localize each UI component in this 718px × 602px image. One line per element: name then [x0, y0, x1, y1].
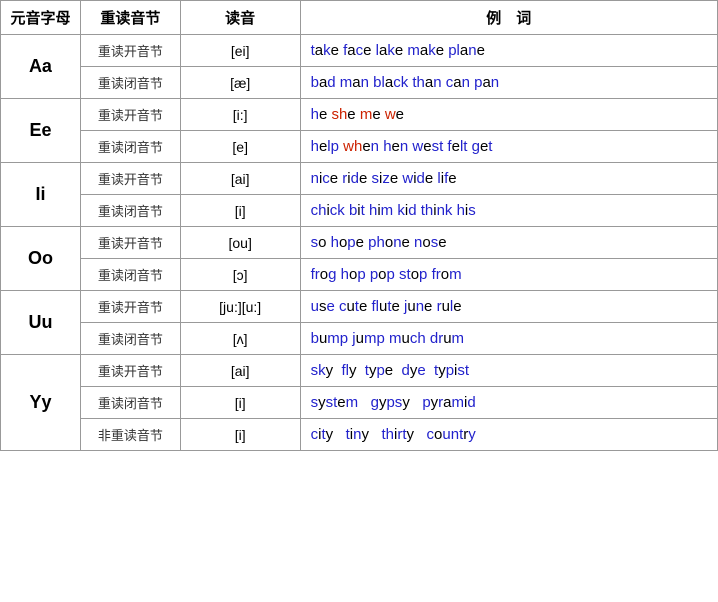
table-row: 重读闭音节[æ]bad man black than can pan [1, 67, 718, 99]
pronunciation-cell: [ɔ] [180, 259, 300, 291]
syllable-cell: 重读闭音节 [80, 195, 180, 227]
phonics-table: 元音字母 重读音节 读音 例 词 Aa重读开音节[ei]take face la… [0, 0, 718, 451]
syllable-cell: 重读闭音节 [80, 387, 180, 419]
syllable-cell: 重读闭音节 [80, 259, 180, 291]
syllable-cell: 重读开音节 [80, 355, 180, 387]
syllable-cell: 重读开音节 [80, 163, 180, 195]
example-cell: bad man black than can pan [300, 67, 717, 99]
syllable-cell: 非重读音节 [80, 419, 180, 451]
table-row: 非重读音节[i]city tiny thirty country [1, 419, 718, 451]
pronunciation-cell: [i:] [180, 99, 300, 131]
syllable-cell: 重读闭音节 [80, 131, 180, 163]
header-letter: 元音字母 [1, 1, 81, 35]
pronunciation-cell: [ai] [180, 163, 300, 195]
pronunciation-cell: [i] [180, 387, 300, 419]
header-examples: 例 词 [300, 1, 717, 35]
letter-cell: Aa [1, 35, 81, 99]
example-cell: so hope phone nose [300, 227, 717, 259]
pronunciation-cell: [i] [180, 419, 300, 451]
header-pronunciation: 读音 [180, 1, 300, 35]
table-row: 重读闭音节[e]help when hen west felt get [1, 131, 718, 163]
table-row: Ii重读开音节[ai]nice ride size wide life [1, 163, 718, 195]
table-row: 重读闭音节[i]system gypsy pyramid [1, 387, 718, 419]
header-syllable: 重读音节 [80, 1, 180, 35]
example-cell: chick bit him kid think his [300, 195, 717, 227]
pronunciation-cell: [æ] [180, 67, 300, 99]
letter-cell: Uu [1, 291, 81, 355]
pronunciation-cell: [ai] [180, 355, 300, 387]
table-row: Uu重读开音节[ju:][u:]use cute flute june rule [1, 291, 718, 323]
letter-cell: Yy [1, 355, 81, 451]
table-row: 重读闭音节[ɔ]frog hop pop stop from [1, 259, 718, 291]
table-row: 重读闭音节[ʌ]bump jump much drum [1, 323, 718, 355]
example-cell: bump jump much drum [300, 323, 717, 355]
syllable-cell: 重读开音节 [80, 291, 180, 323]
letter-cell: Ee [1, 99, 81, 163]
example-cell: use cute flute june rule [300, 291, 717, 323]
example-cell: nice ride size wide life [300, 163, 717, 195]
pronunciation-cell: [e] [180, 131, 300, 163]
syllable-cell: 重读闭音节 [80, 323, 180, 355]
pronunciation-cell: [i] [180, 195, 300, 227]
letter-cell: Ii [1, 163, 81, 227]
example-cell: he she me we [300, 99, 717, 131]
syllable-cell: 重读闭音节 [80, 67, 180, 99]
example-cell: frog hop pop stop from [300, 259, 717, 291]
letter-cell: Oo [1, 227, 81, 291]
example-cell: take face lake make plane [300, 35, 717, 67]
syllable-cell: 重读开音节 [80, 99, 180, 131]
pronunciation-cell: [ou] [180, 227, 300, 259]
table-row: Oo重读开音节[ou]so hope phone nose [1, 227, 718, 259]
pronunciation-cell: [ju:][u:] [180, 291, 300, 323]
table-row: Aa重读开音节[ei]take face lake make plane [1, 35, 718, 67]
example-cell: help when hen west felt get [300, 131, 717, 163]
syllable-cell: 重读开音节 [80, 35, 180, 67]
example-cell: sky fly type dye typist [300, 355, 717, 387]
example-cell: city tiny thirty country [300, 419, 717, 451]
table-row: 重读闭音节[i]chick bit him kid think his [1, 195, 718, 227]
syllable-cell: 重读开音节 [80, 227, 180, 259]
pronunciation-cell: [ei] [180, 35, 300, 67]
table-row: Yy重读开音节[ai]sky fly type dye typist [1, 355, 718, 387]
pronunciation-cell: [ʌ] [180, 323, 300, 355]
table-row: Ee重读开音节[i:]he she me we [1, 99, 718, 131]
example-cell: system gypsy pyramid [300, 387, 717, 419]
